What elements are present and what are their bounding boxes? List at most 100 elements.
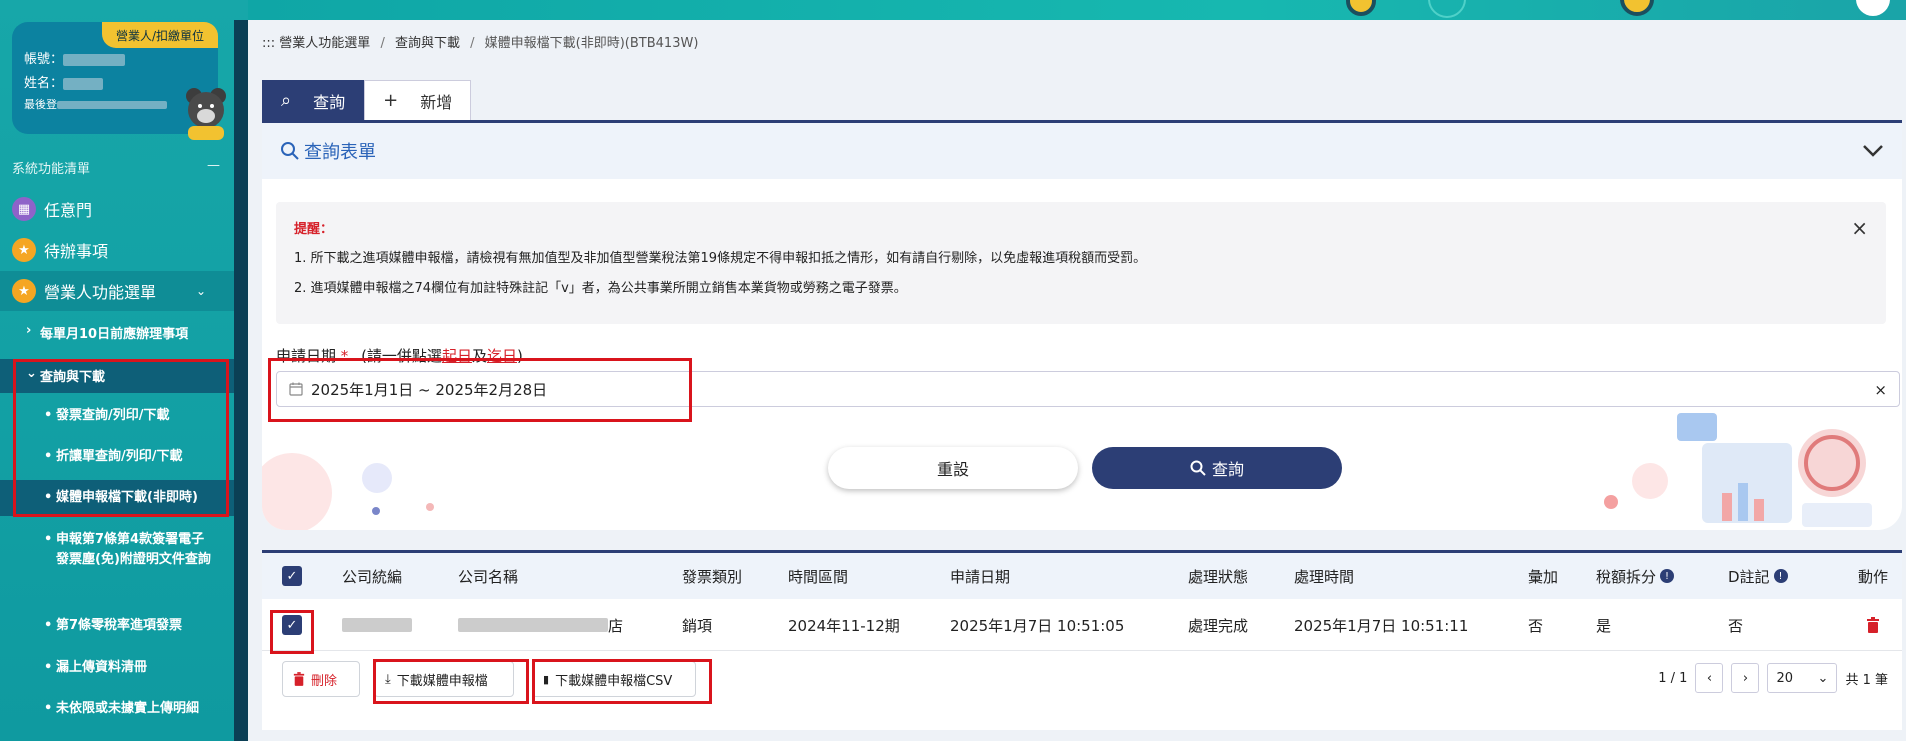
- map-icon: ▦: [12, 197, 36, 221]
- clear-date-button[interactable]: ×: [1874, 381, 1887, 399]
- download-icon: ⤓: [385, 671, 391, 687]
- sidebar-subsub-zero-tax[interactable]: 第7條零稅率進項發票: [0, 616, 234, 636]
- user-card: 營業人/扣繳單位 帳號： 姓名： 最後登: [12, 22, 226, 140]
- company-name: 店: [458, 599, 623, 651]
- table-row: ✓ 店 銷項 2024年11-12期 2025年1月7日 10:51:05 處理…: [262, 599, 1902, 651]
- row-checkbox[interactable]: ✓: [282, 599, 302, 651]
- account-value-blurred: [63, 53, 126, 66]
- decoration-circle: [362, 463, 392, 493]
- sidebar-subsub-late-upload[interactable]: 未依限或未據實上傳明細: [0, 699, 234, 719]
- sidebar-subsub-allowance-query[interactable]: 折讓單查詢/列印/下載: [0, 447, 234, 467]
- sidebar-subitem-monthly[interactable]: › 每單月10日前應辦理事項: [0, 323, 234, 342]
- column-header: 公司統編: [342, 567, 403, 586]
- column-header: 申請日期: [950, 567, 1011, 586]
- process-time: 2025年1月7日 10:51:11: [1294, 616, 1469, 635]
- tab-query[interactable]: ⌕ 查詢: [262, 80, 365, 120]
- role-badge: 營業人/扣繳單位: [102, 22, 218, 48]
- sidebar-subsub-media-download[interactable]: 媒體申報檔下載(非即時): [0, 480, 234, 516]
- date-range-input[interactable]: 2025年1月1日 ~ 2025年2月28日 ×: [276, 371, 1900, 407]
- breadcrumb-link-business-menu[interactable]: 營業人功能選單: [279, 36, 370, 51]
- sidebar-subsub-invoice-query[interactable]: 發票查詢/列印/下載: [0, 406, 234, 426]
- select-all-checkbox[interactable]: ✓: [282, 553, 302, 599]
- last-login-value-blurred: [57, 101, 167, 109]
- total-count: 共 1 筆: [1845, 672, 1888, 688]
- aggregate: 否: [1528, 616, 1544, 635]
- info-icon[interactable]: !: [1773, 569, 1788, 583]
- csv-file-icon: ▮: [543, 672, 550, 686]
- query-button[interactable]: 查詢: [1092, 447, 1342, 489]
- page-size-select[interactable]: 20 ⌄: [1767, 663, 1838, 693]
- prev-page-button[interactable]: ‹: [1695, 663, 1724, 693]
- name-label: 姓名：: [24, 76, 64, 91]
- breadcrumb-link-query-download[interactable]: 查詢與下載: [395, 36, 460, 51]
- column-header: 公司名稱: [458, 567, 519, 586]
- tabs: ⌕ 查詢 + 新增: [262, 80, 472, 120]
- calendar-icon: [289, 382, 303, 396]
- delete-row-button[interactable]: [1866, 599, 1880, 651]
- breadcrumb: ::: 營業人功能選單 / 查詢與下載 / 媒體申報檔下載(非即時)(BTB41…: [262, 36, 699, 51]
- download-csv-button[interactable]: ▮ 下載媒體申報檔CSV: [532, 661, 696, 697]
- analytics-illustration-icon: [1677, 413, 1872, 527]
- decoration-circle: [1346, 0, 1376, 16]
- alert-line: 1. 所下載之進項媒體申報檔，請檢視有無加值型及非加值型營業稅法第19條規定不得…: [294, 251, 1147, 266]
- bear-mascot-icon: [186, 88, 226, 140]
- download-media-file-button[interactable]: ⤓ 下載媒體申報檔: [374, 661, 514, 697]
- sidebar-item-todo[interactable]: ★ 待辦事項: [0, 230, 234, 270]
- decoration-circle: [426, 503, 434, 511]
- sidebar-item-business-menu[interactable]: ★ 營業人功能選單 ⌄: [0, 271, 234, 311]
- column-header: 時間區間: [788, 567, 849, 586]
- info-icon[interactable]: !: [1660, 569, 1675, 583]
- reminder-alert: 提醒： 1. 所下載之進項媒體申報檔，請檢視有無加值型及非加值型營業稅法第19條…: [276, 202, 1886, 324]
- tab-add[interactable]: + 新增: [364, 80, 472, 120]
- status: 處理完成: [1188, 616, 1249, 635]
- check-icon: ✓: [282, 566, 302, 586]
- query-form-panel: 查詢表單 提醒： 1. 所下載之進項媒體申報檔，請檢視有無加值型及非加值型營業稅…: [262, 120, 1902, 530]
- decoration-circle: [1604, 495, 1618, 509]
- column-header: 處理狀態: [1188, 567, 1249, 586]
- decoration-circle: [1632, 463, 1668, 499]
- check-icon: ✓: [282, 615, 302, 635]
- main-content: ::: 營業人功能選單 / 查詢與下載 / 媒體申報檔下載(非即時)(BTB41…: [248, 20, 1906, 741]
- next-page-button[interactable]: ›: [1731, 663, 1760, 693]
- last-login-row: 最後登: [24, 96, 167, 112]
- chevron-down-icon[interactable]: [1862, 144, 1884, 158]
- sidebar-item-anydoor[interactable]: ▦ 任意門: [0, 189, 234, 229]
- sidebar-subsub-article7-query[interactable]: 申報第7條第4款簽署電子發票塵(免)附證明文件查詢: [0, 530, 230, 570]
- account-row: 帳號：: [24, 48, 126, 67]
- company-id-blurred: [342, 599, 412, 651]
- close-icon[interactable]: ×: [1851, 216, 1868, 240]
- d-note: 否: [1728, 616, 1744, 635]
- search-icon: [281, 142, 299, 160]
- account-label: 帳號：: [24, 52, 64, 67]
- column-header-d-note: D註記!: [1728, 553, 1788, 599]
- decoration-circle: [1620, 0, 1654, 16]
- query-form-header[interactable]: 查詢表單: [262, 123, 1902, 179]
- reset-button[interactable]: 重設: [828, 447, 1078, 489]
- apply-date: 2025年1月7日 10:51:05: [950, 616, 1125, 635]
- sidebar-subitem-query-download[interactable]: ⌄ 查詢與下載: [0, 359, 234, 393]
- period: 2024年11-12期: [788, 616, 900, 635]
- breadcrumb-current: 媒體申報檔下載(非即時)(BTB413W): [484, 36, 699, 51]
- search-icon: [1190, 460, 1206, 476]
- decoration-circle: [262, 453, 332, 530]
- column-header: 動作: [1858, 567, 1889, 586]
- trash-icon: [293, 672, 305, 686]
- collapse-toggle[interactable]: —: [207, 158, 220, 177]
- name-row: 姓名：: [24, 72, 104, 91]
- chevron-down-icon: ⌄: [26, 366, 37, 381]
- date-field-label: 申請日期 * (請一併點選起日及迄日): [276, 347, 523, 365]
- table-footer: 刪除 ⤓ 下載媒體申報檔 ▮ 下載媒體申報檔CSV 1 / 1 ‹ › 20 ⌄ …: [262, 651, 1902, 703]
- chevron-right-icon: ›: [26, 323, 32, 338]
- column-header-tax-split: 稅額拆分!: [1596, 553, 1675, 599]
- result-table: ✓ 公司統編 公司名稱 發票類別 時間區間 申請日期 處理狀態 處理時間 彙加 …: [262, 550, 1902, 730]
- delete-button[interactable]: 刪除: [282, 661, 360, 697]
- sidebar-scrollbar[interactable]: [234, 20, 248, 741]
- star-icon: ★: [12, 279, 36, 303]
- search-icon: ⌕: [281, 90, 292, 111]
- chevron-down-icon: ⌄: [195, 284, 206, 298]
- top-header: [248, 0, 1906, 20]
- sidebar-subsub-missing-upload[interactable]: 漏上傳資料清冊: [0, 658, 234, 678]
- pagination: 1 / 1 ‹ › 20 ⌄ 共 1 筆: [1658, 663, 1888, 693]
- page-info: 1 / 1: [1658, 670, 1688, 686]
- alert-line: 2. 進項媒體申報檔之74欄位有加註特殊註記「v」者，為公共事業所開立銷售本業貨…: [294, 281, 907, 296]
